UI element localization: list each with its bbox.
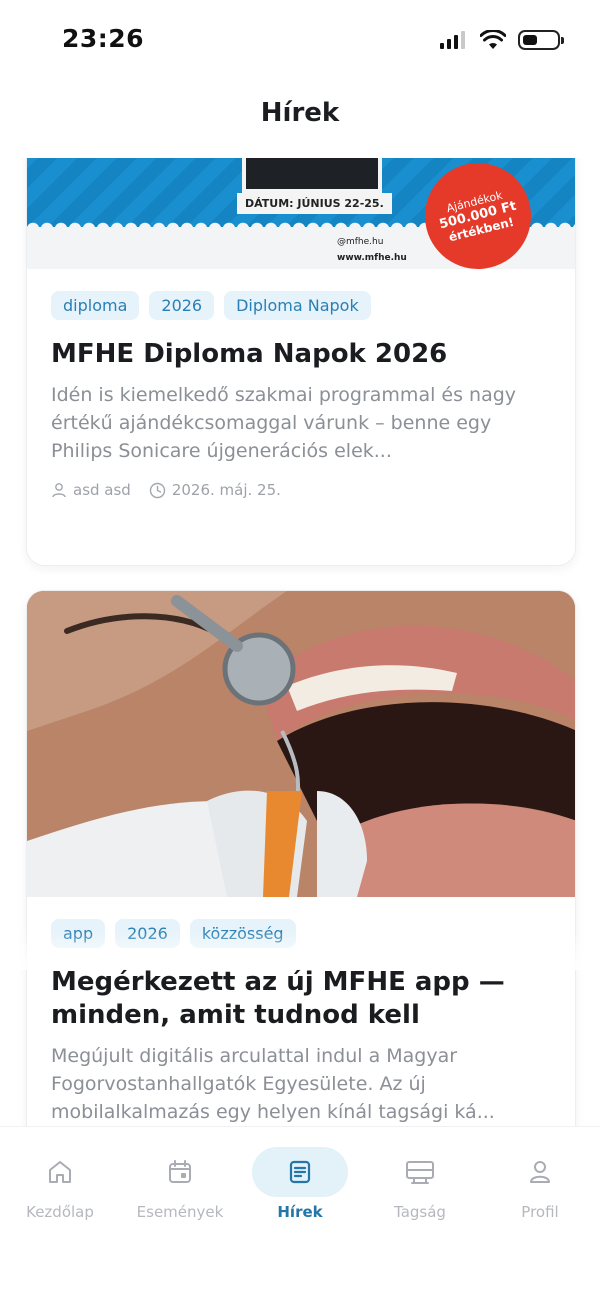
news-card[interactable]: DÁTUM: JÚNIUS 22-25. @mfhe.hu www.mfhe.h… xyxy=(26,158,576,566)
membership-card-icon xyxy=(406,1161,434,1184)
poster-image: DÁTUM: JÚNIUS 22-25. @mfhe.hu www.mfhe.h… xyxy=(27,158,575,269)
article-title[interactable]: MFHE Diploma Napok 2026 xyxy=(51,338,551,371)
article-title[interactable]: Megérkezett az új MFHE app — minden, ami… xyxy=(51,966,551,1032)
article-excerpt: Megújult digitális arculattal indul a Ma… xyxy=(51,1045,495,1123)
nav-item-home[interactable]: Kezdőlap xyxy=(0,1147,120,1237)
poster-website: www.mfhe.hu xyxy=(337,253,407,263)
nav-item-profile[interactable]: Profil xyxy=(480,1147,600,1237)
news-card[interactable]: app 2026 közzösség Megérkezett az új MFH… xyxy=(26,590,576,1126)
nav-label: Tagság xyxy=(394,1203,446,1221)
wifi-icon xyxy=(480,30,506,49)
poster-date: DÁTUM: JÚNIUS 22-25. xyxy=(237,193,392,214)
nav-label: Események xyxy=(136,1203,224,1221)
nav-icon-container xyxy=(492,1147,588,1197)
card-body: diploma 2026 Diploma Napok MFHE Diploma … xyxy=(27,269,575,499)
article-meta: asd asd 2026. máj. 25. xyxy=(51,481,551,499)
nav-label: Profil xyxy=(521,1203,559,1221)
article-author: asd asd xyxy=(73,481,131,499)
home-icon xyxy=(49,1161,71,1183)
clock-icon xyxy=(149,482,166,498)
nav-label: Hírek xyxy=(277,1203,323,1221)
poster-photo-frame xyxy=(242,158,382,193)
tag-chip[interactable]: 2026 xyxy=(149,291,215,320)
status-time: 23:26 xyxy=(62,24,145,53)
news-icon xyxy=(289,1160,311,1184)
status-bar: 23:26 xyxy=(0,0,600,82)
nav-item-membership[interactable]: Tagság xyxy=(360,1147,480,1237)
battery-icon xyxy=(518,30,564,50)
nav-item-events[interactable]: Események xyxy=(120,1147,240,1237)
nav-icon-container xyxy=(12,1147,108,1197)
nav-icon-container xyxy=(132,1147,228,1197)
nav-item-news[interactable]: Hírek xyxy=(240,1147,360,1237)
author-meta: asd asd xyxy=(51,481,131,499)
news-feed[interactable]: DÁTUM: JÚNIUS 22-25. @mfhe.hu www.mfhe.h… xyxy=(0,158,600,1126)
article-excerpt: Idén is kiemelkedő szakmai programmal és… xyxy=(51,384,517,462)
bottom-navigation: Kezdőlap Események Hírek Tagság Profil xyxy=(0,1126,600,1299)
date-meta: 2026. máj. 25. xyxy=(149,481,281,499)
calendar-icon xyxy=(169,1160,191,1183)
scroll-fade xyxy=(0,930,600,970)
cellular-signal-icon xyxy=(440,31,465,49)
article-date: 2026. máj. 25. xyxy=(171,481,281,499)
dental-exam-photo xyxy=(27,591,575,897)
nav-label: Kezdőlap xyxy=(26,1203,94,1221)
tag-list: diploma 2026 Diploma Napok xyxy=(51,291,551,320)
battery-level xyxy=(523,35,538,45)
poster-handle: @mfhe.hu xyxy=(337,237,384,247)
status-icons xyxy=(440,30,564,50)
tag-chip[interactable]: Diploma Napok xyxy=(224,291,371,320)
nav-icon-container xyxy=(372,1147,468,1197)
user-icon xyxy=(530,1161,550,1183)
nav-icon-container xyxy=(252,1147,348,1197)
user-icon xyxy=(52,483,66,498)
page-title: Hírek xyxy=(260,98,340,128)
tag-chip[interactable]: diploma xyxy=(51,291,140,320)
